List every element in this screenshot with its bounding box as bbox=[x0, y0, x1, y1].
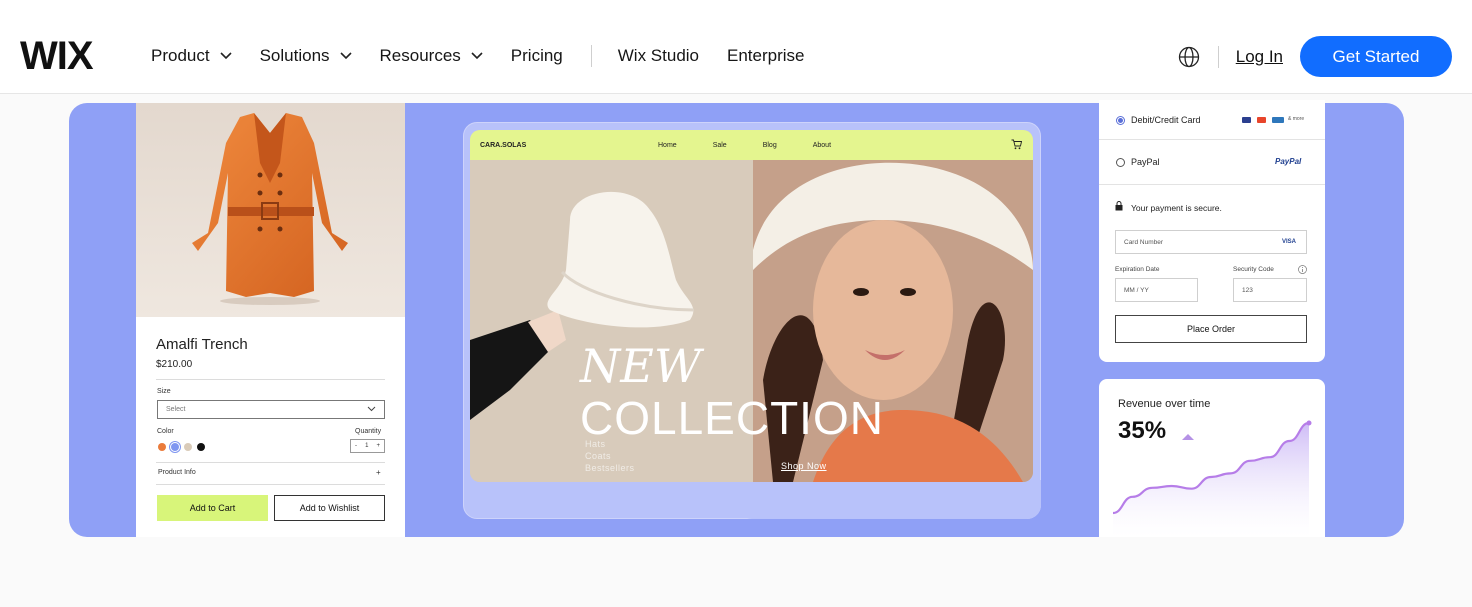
radio-unselected[interactable] bbox=[1116, 158, 1125, 167]
product-image bbox=[136, 103, 405, 317]
menu-item-resources[interactable]: Resources bbox=[380, 46, 483, 66]
collection-headline: NEW COLLECTION bbox=[580, 340, 884, 444]
chevron-down-icon bbox=[367, 406, 376, 412]
product-name: Amalfi Trench bbox=[156, 336, 248, 353]
place-order-button[interactable]: Place Order bbox=[1115, 315, 1307, 343]
get-started-button[interactable]: Get Started bbox=[1300, 36, 1452, 77]
nav-divider bbox=[1217, 45, 1219, 68]
revenue-point bbox=[1306, 420, 1312, 426]
expand-icon[interactable]: + bbox=[376, 468, 381, 477]
top-nav: WIX Product Solutions Resources Pricing … bbox=[0, 0, 1472, 94]
headline-line-2: COLLECTION bbox=[580, 392, 884, 444]
radio-selected[interactable] bbox=[1116, 116, 1125, 125]
color-swatch-blue[interactable] bbox=[171, 443, 179, 451]
card-number-field[interactable]: Card Number VISA bbox=[1115, 230, 1307, 254]
expiration-label: Expiration Date bbox=[1115, 266, 1160, 273]
size-select-value: Select bbox=[166, 406, 186, 413]
menu-item-label: Product bbox=[151, 46, 210, 65]
category-list: Hats Coats Bestsellers bbox=[585, 438, 635, 474]
revenue-chart bbox=[1112, 420, 1312, 537]
menu-item-label: Wix Studio bbox=[617, 46, 700, 65]
info-icon[interactable] bbox=[1298, 265, 1307, 274]
main-menu: Product Solutions Resources Pricing Wix … bbox=[151, 45, 833, 67]
store-link-sale[interactable]: Sale bbox=[713, 142, 727, 149]
menu-item-label: Enterprise bbox=[727, 46, 805, 65]
store-nav: CARA.SOLAS Home Sale Blog About bbox=[470, 130, 1033, 160]
lock-icon bbox=[1115, 201, 1123, 211]
payment-option-paypal[interactable]: PayPal PayPal bbox=[1099, 141, 1325, 185]
menu-item-label: Solutions bbox=[259, 46, 330, 65]
product-price: $210.00 bbox=[156, 359, 193, 370]
store-link-about[interactable]: About bbox=[813, 142, 831, 149]
card-option-label: Debit/Credit Card bbox=[1131, 115, 1201, 125]
paypal-logo-icon: PayPal bbox=[1275, 157, 1302, 166]
quantity-increment[interactable]: + bbox=[376, 443, 380, 449]
security-code-field[interactable]: 123 bbox=[1233, 278, 1307, 302]
menu-item-label: Resources bbox=[379, 46, 461, 65]
add-to-cart-button[interactable]: Add to Cart bbox=[157, 495, 268, 521]
payment-option-card[interactable]: Debit/Credit Card & more bbox=[1099, 100, 1325, 140]
more-cards-label: & more bbox=[1288, 116, 1305, 122]
visa-icon: VISA bbox=[1281, 239, 1296, 245]
card-number-placeholder: Card Number bbox=[1124, 239, 1164, 246]
quantity-value: 1 bbox=[365, 443, 369, 449]
menu-item-solutions[interactable]: Solutions bbox=[260, 46, 352, 66]
color-swatch-beige[interactable] bbox=[184, 443, 192, 451]
mastercard-logo-icon bbox=[1257, 117, 1266, 123]
quantity-label: Quantity bbox=[355, 428, 382, 435]
divider bbox=[156, 484, 385, 485]
quantity-stepper[interactable]: - 1 + bbox=[350, 439, 385, 453]
store-preview-tab bbox=[738, 480, 1041, 519]
chevron-down-icon bbox=[339, 52, 352, 60]
store-brand[interactable]: CARA.SOLAS bbox=[480, 142, 526, 149]
store-preview: CARA.SOLAS Home Sale Blog About NEW COLL… bbox=[470, 130, 1033, 482]
product-info-label[interactable]: Product Info bbox=[158, 469, 196, 476]
shop-now-link[interactable]: Shop Now bbox=[781, 461, 827, 471]
color-swatch-orange[interactable] bbox=[158, 443, 166, 451]
store-link-blog[interactable]: Blog bbox=[763, 142, 777, 149]
wix-logo[interactable]: WIX bbox=[20, 36, 94, 76]
quantity-decrement[interactable]: - bbox=[355, 443, 357, 449]
secure-text: Your payment is secure. bbox=[1131, 203, 1222, 213]
amex-logo-icon bbox=[1272, 117, 1284, 123]
globe-icon[interactable] bbox=[1178, 46, 1200, 68]
product-card: Amalfi Trench $210.00 Size Select Color … bbox=[136, 103, 405, 537]
size-select[interactable]: Select bbox=[157, 400, 385, 419]
menu-item-enterprise[interactable]: Enterprise bbox=[727, 46, 804, 66]
security-code-label: Security Code bbox=[1233, 266, 1274, 273]
category-hats[interactable]: Hats bbox=[585, 438, 635, 450]
size-label: Size bbox=[157, 388, 171, 395]
expiration-field[interactable]: MM / YY bbox=[1115, 278, 1198, 302]
menu-item-pricing[interactable]: Pricing bbox=[511, 46, 563, 66]
revenue-card: Revenue over time 35% bbox=[1099, 379, 1325, 537]
headline-line-1: NEW bbox=[580, 339, 702, 393]
revenue-area bbox=[1113, 423, 1309, 537]
menu-item-label: Pricing bbox=[510, 46, 563, 65]
chevron-down-icon bbox=[471, 52, 483, 60]
menu-item-product[interactable]: Product bbox=[151, 46, 232, 66]
divider bbox=[156, 379, 385, 380]
menu-item-wix-studio[interactable]: Wix Studio bbox=[618, 46, 699, 66]
add-to-wishlist-button[interactable]: Add to Wishlist bbox=[274, 495, 385, 521]
store-link-home[interactable]: Home bbox=[658, 142, 677, 149]
divider bbox=[156, 462, 385, 463]
store-links: Home Sale Blog About bbox=[658, 142, 867, 149]
login-link[interactable]: Log In bbox=[1236, 47, 1283, 67]
cart-icon[interactable] bbox=[1011, 139, 1022, 150]
paypal-option-label: PayPal bbox=[1131, 157, 1160, 167]
payment-card: Debit/Credit Card & more PayPal PayPal Y… bbox=[1099, 100, 1325, 362]
category-bestsellers[interactable]: Bestsellers bbox=[585, 462, 635, 474]
trench-coat-illustration bbox=[136, 103, 405, 317]
category-coats[interactable]: Coats bbox=[585, 450, 635, 462]
menu-divider bbox=[590, 45, 592, 67]
color-swatch-black[interactable] bbox=[197, 443, 205, 451]
nav-right: Log In Get Started bbox=[1178, 36, 1452, 77]
visa-logo-icon bbox=[1242, 117, 1251, 123]
color-label: Color bbox=[157, 428, 174, 435]
chevron-down-icon bbox=[220, 52, 232, 60]
